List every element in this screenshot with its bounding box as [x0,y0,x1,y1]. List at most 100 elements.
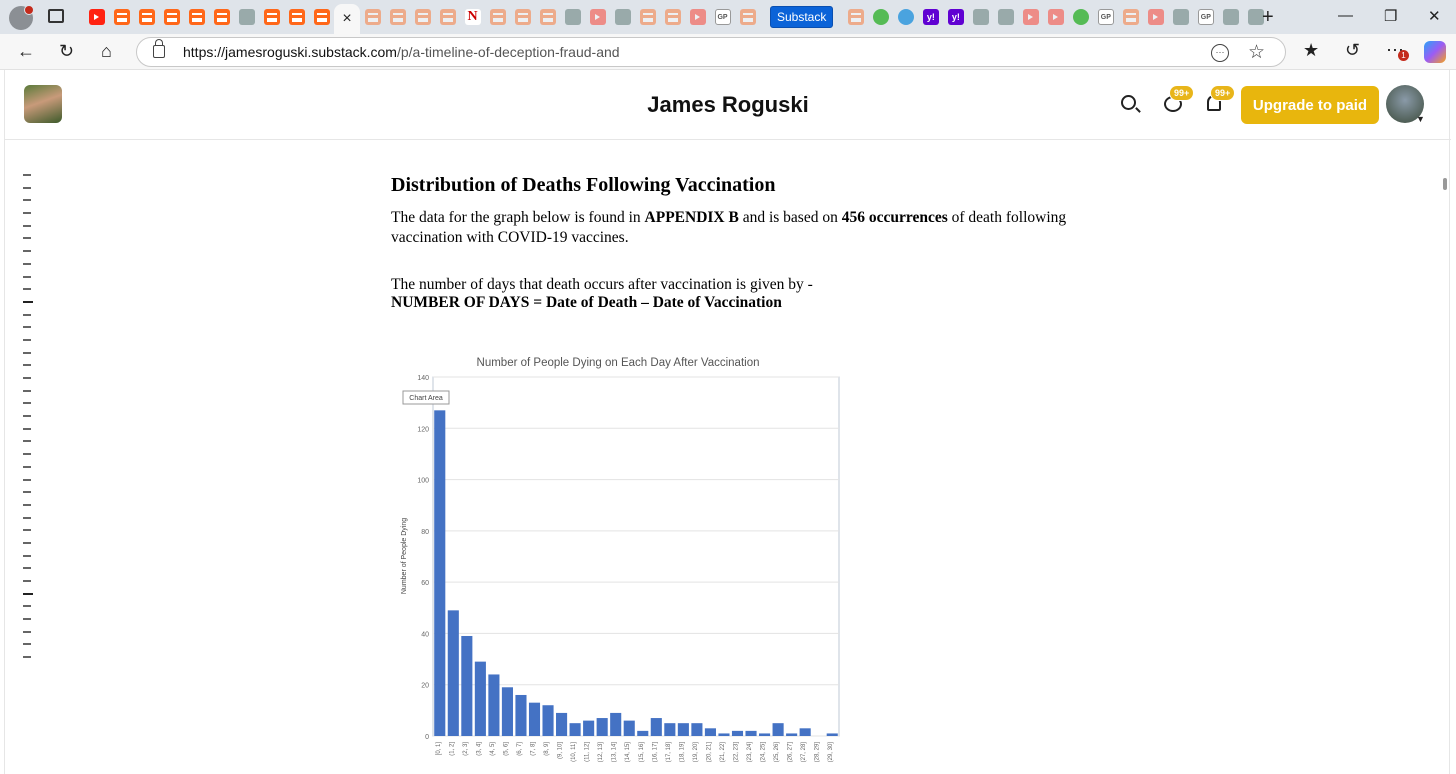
y-tick-label: 80 [421,529,429,536]
reading-mode-icon[interactable]: ⋯ [1211,44,1229,62]
tab-substack[interactable] [209,5,234,29]
bar [677,723,689,736]
tab-site[interactable] [968,5,993,29]
y-tick-label: 20 [421,683,429,690]
tab-substack[interactable] [309,5,334,29]
window-close-icon[interactable]: ✕ [1428,7,1441,25]
tab-play[interactable] [1068,5,1093,29]
x-tick-label: (15, 16] [639,742,645,763]
tab-yahoo[interactable]: y! [918,5,943,29]
media-icon [564,9,581,25]
substack-icon [163,9,180,25]
x-tick-label: (14, 15] [625,742,631,763]
bar [691,723,703,736]
tab-search[interactable] [893,5,918,29]
lock-icon [238,9,255,25]
y-axis-label: Number of People Dying [401,518,408,594]
home-icon[interactable]: ⌂ [101,41,112,62]
tab-site[interactable] [610,5,635,29]
tab-substack[interactable] [660,5,685,29]
tab-active-close[interactable]: × [334,4,360,34]
bar [583,720,595,736]
tab-yahoo[interactable]: y! [943,5,968,29]
tab-site[interactable] [1168,5,1193,29]
tab-youtube[interactable] [585,5,610,29]
url-field[interactable]: https://jamesroguski.substack.com/p/a-ti… [136,37,1286,67]
tab-substack[interactable] [635,5,660,29]
bar [731,730,744,736]
tab-substack[interactable] [1118,5,1143,29]
y-tick-label: 100 [417,478,429,485]
tab-actions-icon[interactable] [48,9,64,23]
table-of-contents[interactable] [23,174,33,669]
youtube-icon [88,9,105,25]
tab-substack[interactable] [410,5,435,29]
tab-youtube[interactable] [685,5,710,29]
substack-icon [847,9,864,25]
substack-icon [138,9,155,25]
tab-youtube[interactable] [1043,5,1068,29]
tab-substack[interactable] [485,5,510,29]
x-tick-label: (2, 3] [463,742,469,756]
tab-play[interactable] [868,5,893,29]
profile-icon[interactable] [9,5,34,30]
scrollbar-thumb[interactable] [1443,178,1447,190]
tab-gp[interactable]: GP [710,5,735,29]
tab-substack[interactable] [735,5,760,29]
favorite-star-icon[interactable]: ☆ [1248,41,1265,64]
substack-icon [313,9,330,25]
tab-substack[interactable] [535,5,560,29]
tab-substack[interactable] [134,5,159,29]
tab-youtube[interactable] [1018,5,1043,29]
n-logo-icon: N [464,9,481,25]
tab-site[interactable] [1218,5,1243,29]
tab-substack[interactable] [385,5,410,29]
tab-substack[interactable] [109,5,134,29]
x-tick-label: (5, 6] [503,742,509,756]
tab-substack[interactable] [284,5,309,29]
history-icon[interactable]: ↺ [1345,40,1360,61]
tab-substack[interactable] [510,5,535,29]
copilot-icon[interactable] [1424,41,1446,63]
bar [826,733,838,736]
play-icon [872,9,889,25]
back-icon[interactable]: ← [17,41,35,62]
search-tab-icon [897,9,914,25]
tab-substack[interactable] [360,5,385,29]
lock-icon[interactable] [153,39,165,58]
tab-news[interactable]: N [460,5,485,29]
tab-substack[interactable] [159,5,184,29]
y-tick-label: 140 [417,375,429,382]
url-host: https://jamesroguski.substack.com [183,44,397,60]
paragraph-data-source: The data for the graph below is found in… [391,208,1081,248]
chevron-down-icon[interactable]: ▼ [1416,114,1425,124]
yahoo-icon: y! [922,9,939,25]
tab-youtube[interactable] [1143,5,1168,29]
tab-youtube[interactable] [84,5,109,29]
tab-lock[interactable] [234,5,259,29]
upgrade-button[interactable]: Upgrade to paid [1241,86,1379,124]
notification-count-badge: 1 [1398,50,1409,61]
tab-substack[interactable] [435,5,460,29]
substack-icon [739,9,756,25]
tab-media[interactable] [560,5,585,29]
restore-icon[interactable]: ❐ [1384,7,1397,25]
minimize-icon[interactable]: — [1338,7,1353,24]
tab-site[interactable] [993,5,1018,29]
favorites-icon[interactable]: ★ [1303,40,1319,61]
bar [718,733,730,736]
new-tab-button[interactable]: + [1262,6,1274,29]
tab-gp[interactable]: GP [1193,5,1218,29]
search-icon[interactable] [1121,95,1136,110]
tab-substack[interactable] [843,5,868,29]
substack-tab-group-label[interactable]: Substack [770,6,834,28]
refresh-icon[interactable]: ↻ [59,41,74,62]
x-tick-label: (22, 23] [734,742,740,763]
bar [772,723,784,736]
article-body: Distribution of Deaths Following Vaccina… [391,170,1081,313]
tab-substack[interactable] [259,5,284,29]
tab-gp[interactable]: GP [1093,5,1118,29]
close-icon[interactable]: × [342,10,351,28]
chat-badge: 99+ [1169,85,1195,101]
tab-substack[interactable] [184,5,209,29]
